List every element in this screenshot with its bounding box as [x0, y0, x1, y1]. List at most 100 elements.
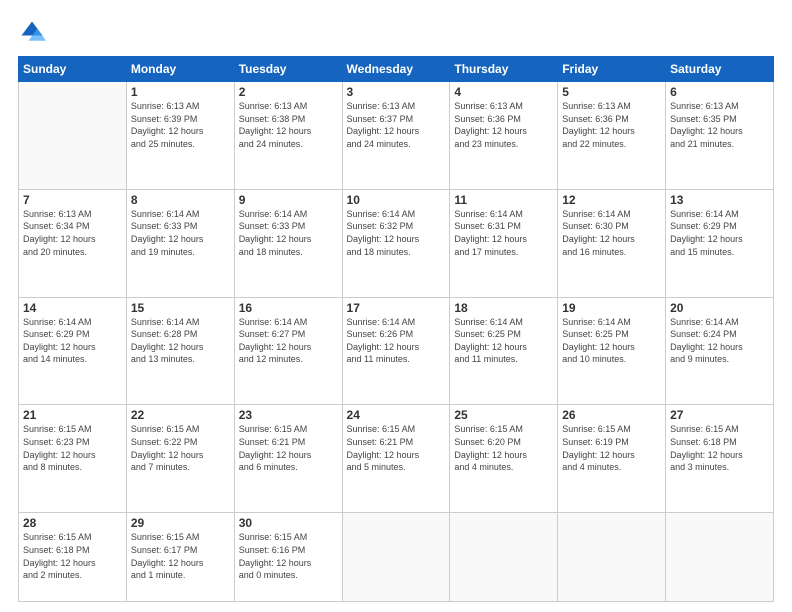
date-number: 7: [23, 193, 122, 207]
calendar-cell: 1Sunrise: 6:13 AM Sunset: 6:39 PM Daylig…: [126, 82, 234, 190]
calendar-cell: 24Sunrise: 6:15 AM Sunset: 6:21 PM Dayli…: [342, 405, 450, 513]
day-header-monday: Monday: [126, 57, 234, 82]
day-header-saturday: Saturday: [666, 57, 774, 82]
cell-info: Sunrise: 6:15 AM Sunset: 6:18 PM Dayligh…: [23, 531, 122, 581]
cell-info: Sunrise: 6:14 AM Sunset: 6:33 PM Dayligh…: [131, 208, 230, 258]
cell-info: Sunrise: 6:14 AM Sunset: 6:29 PM Dayligh…: [23, 316, 122, 366]
cell-info: Sunrise: 6:13 AM Sunset: 6:36 PM Dayligh…: [562, 100, 661, 150]
date-number: 29: [131, 516, 230, 530]
cell-info: Sunrise: 6:14 AM Sunset: 6:32 PM Dayligh…: [347, 208, 446, 258]
date-number: 28: [23, 516, 122, 530]
calendar-week-1: 1Sunrise: 6:13 AM Sunset: 6:39 PM Daylig…: [19, 82, 774, 190]
calendar-cell: 20Sunrise: 6:14 AM Sunset: 6:24 PM Dayli…: [666, 297, 774, 405]
day-header-sunday: Sunday: [19, 57, 127, 82]
calendar-cell: 8Sunrise: 6:14 AM Sunset: 6:33 PM Daylig…: [126, 189, 234, 297]
date-number: 14: [23, 301, 122, 315]
header: [18, 18, 774, 46]
cell-info: Sunrise: 6:15 AM Sunset: 6:21 PM Dayligh…: [239, 423, 338, 473]
date-number: 27: [670, 408, 769, 422]
date-number: 30: [239, 516, 338, 530]
calendar-cell: 3Sunrise: 6:13 AM Sunset: 6:37 PM Daylig…: [342, 82, 450, 190]
cell-info: Sunrise: 6:14 AM Sunset: 6:24 PM Dayligh…: [670, 316, 769, 366]
calendar-table: SundayMondayTuesdayWednesdayThursdayFrid…: [18, 56, 774, 602]
date-number: 24: [347, 408, 446, 422]
day-header-friday: Friday: [558, 57, 666, 82]
cell-info: Sunrise: 6:14 AM Sunset: 6:26 PM Dayligh…: [347, 316, 446, 366]
calendar-week-3: 14Sunrise: 6:14 AM Sunset: 6:29 PM Dayli…: [19, 297, 774, 405]
calendar-week-4: 21Sunrise: 6:15 AM Sunset: 6:23 PM Dayli…: [19, 405, 774, 513]
calendar-cell: 5Sunrise: 6:13 AM Sunset: 6:36 PM Daylig…: [558, 82, 666, 190]
calendar-cell: 27Sunrise: 6:15 AM Sunset: 6:18 PM Dayli…: [666, 405, 774, 513]
cell-info: Sunrise: 6:15 AM Sunset: 6:22 PM Dayligh…: [131, 423, 230, 473]
cell-info: Sunrise: 6:14 AM Sunset: 6:25 PM Dayligh…: [562, 316, 661, 366]
date-number: 19: [562, 301, 661, 315]
calendar-cell: 16Sunrise: 6:14 AM Sunset: 6:27 PM Dayli…: [234, 297, 342, 405]
day-header-thursday: Thursday: [450, 57, 558, 82]
calendar-cell: 4Sunrise: 6:13 AM Sunset: 6:36 PM Daylig…: [450, 82, 558, 190]
day-header-tuesday: Tuesday: [234, 57, 342, 82]
date-number: 5: [562, 85, 661, 99]
calendar-cell: [19, 82, 127, 190]
cell-info: Sunrise: 6:14 AM Sunset: 6:30 PM Dayligh…: [562, 208, 661, 258]
cell-info: Sunrise: 6:13 AM Sunset: 6:34 PM Dayligh…: [23, 208, 122, 258]
date-number: 2: [239, 85, 338, 99]
date-number: 10: [347, 193, 446, 207]
cell-info: Sunrise: 6:13 AM Sunset: 6:37 PM Dayligh…: [347, 100, 446, 150]
calendar-cell: 23Sunrise: 6:15 AM Sunset: 6:21 PM Dayli…: [234, 405, 342, 513]
cell-info: Sunrise: 6:15 AM Sunset: 6:21 PM Dayligh…: [347, 423, 446, 473]
calendar-cell: 6Sunrise: 6:13 AM Sunset: 6:35 PM Daylig…: [666, 82, 774, 190]
cell-info: Sunrise: 6:15 AM Sunset: 6:16 PM Dayligh…: [239, 531, 338, 581]
date-number: 25: [454, 408, 553, 422]
cell-info: Sunrise: 6:14 AM Sunset: 6:28 PM Dayligh…: [131, 316, 230, 366]
cell-info: Sunrise: 6:14 AM Sunset: 6:31 PM Dayligh…: [454, 208, 553, 258]
calendar-cell: 7Sunrise: 6:13 AM Sunset: 6:34 PM Daylig…: [19, 189, 127, 297]
calendar-cell: 21Sunrise: 6:15 AM Sunset: 6:23 PM Dayli…: [19, 405, 127, 513]
cell-info: Sunrise: 6:15 AM Sunset: 6:23 PM Dayligh…: [23, 423, 122, 473]
cell-info: Sunrise: 6:13 AM Sunset: 6:38 PM Dayligh…: [239, 100, 338, 150]
calendar-cell: 13Sunrise: 6:14 AM Sunset: 6:29 PM Dayli…: [666, 189, 774, 297]
date-number: 12: [562, 193, 661, 207]
date-number: 21: [23, 408, 122, 422]
cell-info: Sunrise: 6:15 AM Sunset: 6:20 PM Dayligh…: [454, 423, 553, 473]
calendar-cell: [558, 513, 666, 602]
calendar-cell: [450, 513, 558, 602]
date-number: 9: [239, 193, 338, 207]
date-number: 17: [347, 301, 446, 315]
calendar-cell: 14Sunrise: 6:14 AM Sunset: 6:29 PM Dayli…: [19, 297, 127, 405]
date-number: 11: [454, 193, 553, 207]
calendar-cell: [342, 513, 450, 602]
calendar-cell: 11Sunrise: 6:14 AM Sunset: 6:31 PM Dayli…: [450, 189, 558, 297]
calendar-cell: 30Sunrise: 6:15 AM Sunset: 6:16 PM Dayli…: [234, 513, 342, 602]
logo-icon: [18, 18, 46, 46]
cell-info: Sunrise: 6:13 AM Sunset: 6:39 PM Dayligh…: [131, 100, 230, 150]
calendar-cell: 26Sunrise: 6:15 AM Sunset: 6:19 PM Dayli…: [558, 405, 666, 513]
cell-info: Sunrise: 6:15 AM Sunset: 6:19 PM Dayligh…: [562, 423, 661, 473]
date-number: 3: [347, 85, 446, 99]
date-number: 20: [670, 301, 769, 315]
calendar-cell: 29Sunrise: 6:15 AM Sunset: 6:17 PM Dayli…: [126, 513, 234, 602]
cell-info: Sunrise: 6:13 AM Sunset: 6:35 PM Dayligh…: [670, 100, 769, 150]
date-number: 23: [239, 408, 338, 422]
calendar-cell: 15Sunrise: 6:14 AM Sunset: 6:28 PM Dayli…: [126, 297, 234, 405]
calendar-week-2: 7Sunrise: 6:13 AM Sunset: 6:34 PM Daylig…: [19, 189, 774, 297]
calendar-cell: 28Sunrise: 6:15 AM Sunset: 6:18 PM Dayli…: [19, 513, 127, 602]
cell-info: Sunrise: 6:15 AM Sunset: 6:17 PM Dayligh…: [131, 531, 230, 581]
date-number: 1: [131, 85, 230, 99]
cell-info: Sunrise: 6:14 AM Sunset: 6:33 PM Dayligh…: [239, 208, 338, 258]
calendar-cell: [666, 513, 774, 602]
date-number: 4: [454, 85, 553, 99]
logo: [18, 18, 50, 46]
cell-info: Sunrise: 6:15 AM Sunset: 6:18 PM Dayligh…: [670, 423, 769, 473]
calendar-cell: 9Sunrise: 6:14 AM Sunset: 6:33 PM Daylig…: [234, 189, 342, 297]
day-header-wednesday: Wednesday: [342, 57, 450, 82]
calendar-header-row: SundayMondayTuesdayWednesdayThursdayFrid…: [19, 57, 774, 82]
cell-info: Sunrise: 6:14 AM Sunset: 6:27 PM Dayligh…: [239, 316, 338, 366]
date-number: 8: [131, 193, 230, 207]
calendar-week-5: 28Sunrise: 6:15 AM Sunset: 6:18 PM Dayli…: [19, 513, 774, 602]
cell-info: Sunrise: 6:13 AM Sunset: 6:36 PM Dayligh…: [454, 100, 553, 150]
calendar-cell: 19Sunrise: 6:14 AM Sunset: 6:25 PM Dayli…: [558, 297, 666, 405]
calendar-cell: 18Sunrise: 6:14 AM Sunset: 6:25 PM Dayli…: [450, 297, 558, 405]
calendar-cell: 2Sunrise: 6:13 AM Sunset: 6:38 PM Daylig…: [234, 82, 342, 190]
date-number: 22: [131, 408, 230, 422]
calendar-cell: 12Sunrise: 6:14 AM Sunset: 6:30 PM Dayli…: [558, 189, 666, 297]
